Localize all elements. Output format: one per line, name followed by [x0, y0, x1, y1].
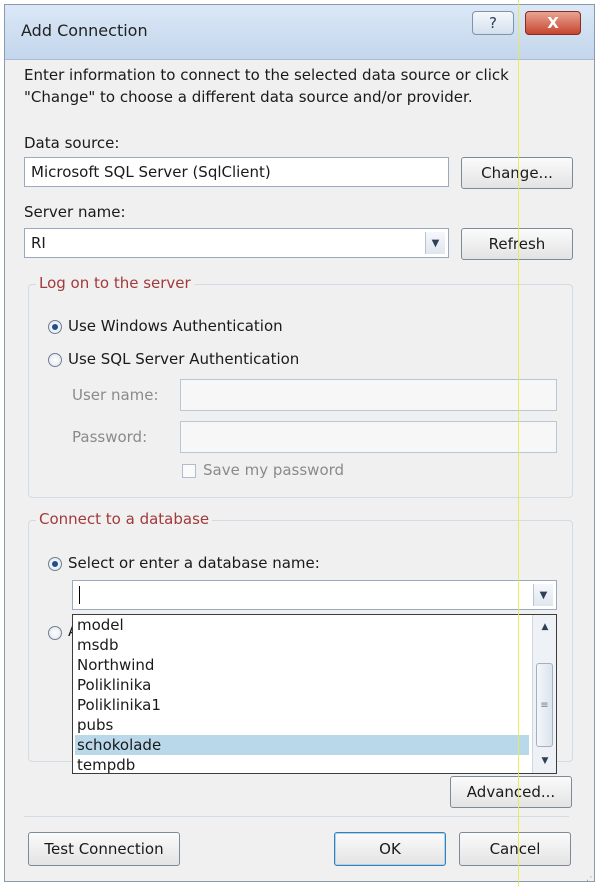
chevron-down-icon: ▼: [539, 589, 548, 601]
list-item[interactable]: Northwind: [75, 655, 529, 675]
windows-auth-radio[interactable]: [48, 320, 62, 334]
change-button[interactable]: Change...: [461, 157, 573, 189]
list-item[interactable]: msdb: [75, 635, 529, 655]
server-name-value: RI: [31, 234, 46, 252]
list-item[interactable]: pubs: [75, 715, 529, 735]
refresh-button[interactable]: Refresh: [461, 228, 573, 260]
password-label: Password:: [72, 428, 148, 446]
select-database-radio[interactable]: [48, 557, 62, 571]
data-source-field: Microsoft SQL Server (SqlClient): [24, 157, 449, 187]
username-label: User name:: [72, 386, 159, 404]
ok-button-label: OK: [379, 840, 401, 858]
advanced-button[interactable]: Advanced...: [450, 776, 572, 808]
server-name-combobox[interactable]: RI ▼: [24, 228, 449, 258]
ok-button[interactable]: OK: [334, 832, 446, 866]
database-group-title: Connect to a database: [36, 510, 213, 528]
text-caret: [79, 586, 80, 604]
chevron-down-icon: ▼: [431, 237, 440, 249]
scroll-thumb[interactable]: ≡: [536, 663, 553, 747]
list-item[interactable]: Poliklinika1: [75, 695, 529, 715]
list-item[interactable]: tempdb: [75, 755, 529, 773]
help-button[interactable]: ?: [472, 11, 514, 35]
server-name-label: Server name:: [24, 203, 126, 221]
test-connection-button[interactable]: Test Connection: [28, 832, 180, 866]
advanced-button-label: Advanced...: [466, 783, 556, 801]
sql-auth-radio[interactable]: [48, 353, 62, 367]
server-dropdown-button[interactable]: ▼: [425, 232, 445, 254]
close-button[interactable]: X: [525, 11, 581, 35]
grip-icon: ≡: [540, 699, 549, 711]
list-item[interactable]: Poliklinika: [75, 675, 529, 695]
cancel-button-label: Cancel: [489, 840, 541, 858]
save-password-checkbox[interactable]: [182, 464, 196, 478]
database-dropdown-button[interactable]: ▼: [533, 584, 553, 606]
data-source-value: Microsoft SQL Server (SqlClient): [31, 163, 271, 181]
database-dropdown-list[interactable]: model msdb Northwind Poliklinika Polikli…: [72, 614, 557, 774]
username-input[interactable]: [180, 379, 557, 411]
title-bar: Add Connection ? X: [5, 5, 594, 60]
resize-grip-icon[interactable]: ⋰: [586, 872, 596, 883]
list-scrollbar[interactable]: ▲ ≡ ▼: [532, 615, 556, 773]
save-password-label: Save my password: [203, 461, 345, 479]
cancel-button[interactable]: Cancel: [459, 832, 571, 866]
change-button-label: Change...: [481, 164, 553, 182]
logon-group-title: Log on to the server: [36, 274, 194, 292]
database-name-combobox[interactable]: ▼: [72, 580, 557, 610]
attach-database-radio[interactable]: [48, 626, 62, 640]
close-icon: X: [547, 14, 559, 32]
refresh-button-label: Refresh: [488, 235, 546, 253]
sql-auth-label: Use SQL Server Authentication: [68, 350, 300, 368]
guide-line: [518, 0, 519, 886]
help-icon: ?: [489, 14, 497, 32]
select-database-label: Select or enter a database name:: [68, 554, 320, 572]
dialog-description: Enter information to connect to the sele…: [24, 66, 509, 106]
data-source-label: Data source:: [24, 134, 120, 152]
list-item-selected[interactable]: schokolade: [75, 735, 529, 755]
window-title: Add Connection: [21, 21, 148, 40]
windows-auth-label: Use Windows Authentication: [68, 317, 283, 335]
scroll-down-icon[interactable]: ▼: [533, 751, 556, 771]
list-item[interactable]: model: [75, 615, 529, 635]
test-connection-label: Test Connection: [44, 840, 164, 858]
password-input[interactable]: [180, 421, 557, 453]
divider: [24, 816, 569, 817]
scroll-up-icon[interactable]: ▲: [533, 617, 556, 637]
